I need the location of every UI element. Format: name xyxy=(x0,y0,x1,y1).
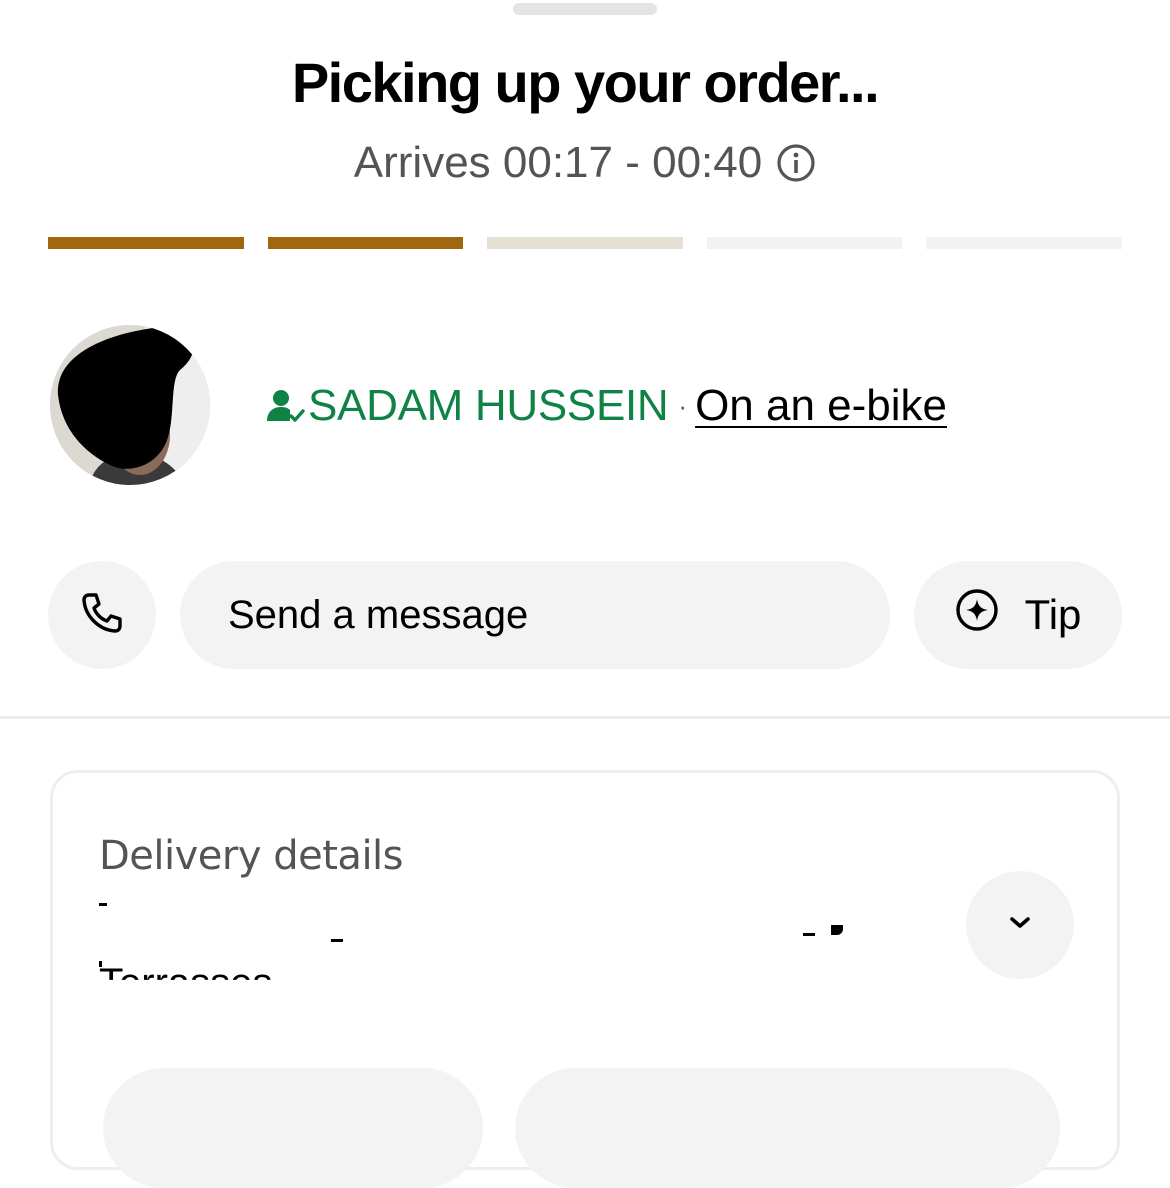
redacted-fragment xyxy=(831,925,843,935)
tip-button[interactable]: Tip xyxy=(914,561,1122,669)
chevron-down-icon xyxy=(1008,916,1032,935)
progress-step xyxy=(706,237,903,249)
arrival-text: Arrives 00:17 - 00:40 xyxy=(353,138,763,187)
redacted-fragment xyxy=(803,933,815,936)
send-message-label: Send a message xyxy=(228,592,529,637)
courier-avatar xyxy=(50,325,210,485)
progress-step xyxy=(926,237,1122,249)
tip-label: Tip xyxy=(1024,591,1082,638)
progress-step xyxy=(487,237,683,249)
call-button[interactable] xyxy=(48,561,156,669)
progress-step xyxy=(48,237,244,249)
delivery-details-card: Delivery details Terrasses xyxy=(50,770,1120,1188)
section-divider xyxy=(0,716,1170,719)
info-icon[interactable] xyxy=(776,143,816,183)
vehicle-type-link[interactable]: On an e-bike xyxy=(695,381,947,431)
courier-line: SADAM HUSSEIN · On an e-bike xyxy=(264,381,947,431)
contact-actions: Send a message Tip xyxy=(48,561,1122,669)
phone-icon xyxy=(79,590,125,641)
redacted-fragment xyxy=(99,961,102,967)
order-status-title: Picking up your order... xyxy=(291,51,880,114)
delivery-details-label: Delivery details xyxy=(99,833,404,879)
send-message-button[interactable]: Send a message xyxy=(180,561,890,669)
redacted-fragment xyxy=(331,939,343,942)
details-action-button[interactable] xyxy=(103,1068,483,1188)
sheet-drag-handle[interactable] xyxy=(513,3,657,15)
details-action-button[interactable] xyxy=(515,1068,1060,1188)
separator-dot: · xyxy=(678,390,688,421)
courier-info: SADAM HUSSEIN · On an e-bike xyxy=(50,325,1120,485)
order-tracking-sheet: Picking up your order... Arrives 00:17 -… xyxy=(0,0,1170,1188)
expand-details-button[interactable] xyxy=(966,871,1074,979)
redacted-fragment xyxy=(99,903,107,906)
verified-courier-icon xyxy=(264,385,306,427)
delivery-address: Terrasses xyxy=(99,961,273,1005)
progress-step xyxy=(267,237,464,249)
order-progress-bar xyxy=(48,237,1122,249)
arrival-window: Arrives 00:17 - 00:40 xyxy=(0,138,1170,188)
tip-icon xyxy=(955,588,999,642)
courier-name: SADAM HUSSEIN xyxy=(308,381,669,430)
